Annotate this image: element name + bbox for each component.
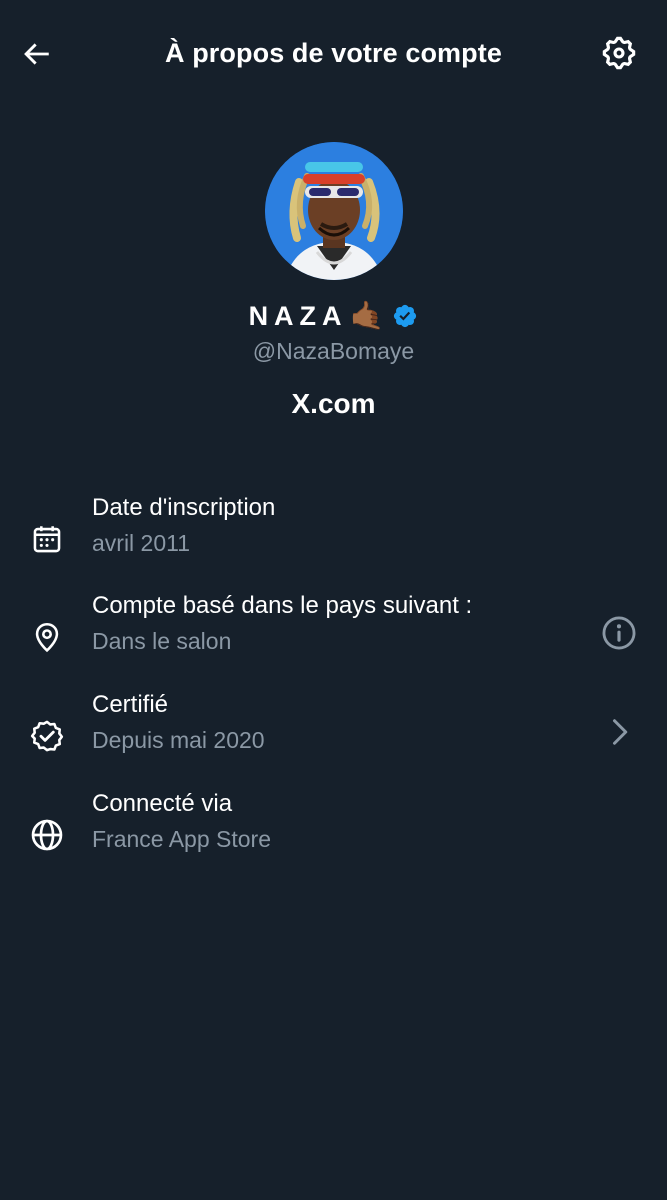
profile-name-row: NAZA 🤙🏾 — [0, 296, 667, 336]
row-title: Certifié — [92, 691, 169, 718]
settings-button[interactable] — [596, 30, 642, 76]
verified-badge-outline-icon — [24, 713, 70, 759]
row-title: Connecté via — [92, 790, 233, 817]
verified-badge-icon — [392, 303, 418, 329]
info-icon — [602, 616, 636, 650]
row-join-date: Date d'inscription avril 2011 — [0, 492, 667, 578]
user-handle: @NazaBomaye — [252, 338, 415, 364]
row-text: Certifié Depuis mai 2020 — [92, 689, 587, 756]
call-me-hand-emoji: 🤙🏾 — [349, 300, 385, 331]
gear-icon — [602, 36, 636, 70]
row-text: Compte basé dans le pays suivant : Dans … — [92, 590, 587, 657]
row-connected-via: Connecté via France App Store — [0, 788, 667, 874]
display-name: NAZA — [248, 301, 348, 331]
arrow-left-icon — [24, 43, 49, 65]
page-title: À propos de votre compte — [165, 38, 502, 68]
calendar-icon — [24, 516, 70, 562]
row-value: Dans le salon — [92, 628, 232, 654]
row-value: France App Store — [92, 826, 271, 852]
profile-photo — [265, 142, 403, 280]
row-text: Connecté via France App Store — [92, 788, 587, 855]
avatar[interactable] — [265, 142, 403, 280]
row-value: avril 2011 — [92, 530, 191, 556]
row-text: Date d'inscription avril 2011 — [92, 492, 587, 559]
row-title: Date d'inscription — [92, 494, 276, 521]
row-value: Depuis mai 2020 — [92, 727, 265, 753]
domain-link[interactable]: X.com — [0, 386, 667, 422]
top-bar: À propos de votre compte — [0, 0, 667, 108]
info-button[interactable] — [596, 610, 642, 656]
location-pin-icon — [24, 614, 70, 660]
row-account-country: Compte basé dans le pays suivant : Dans … — [0, 590, 667, 676]
chevron-right-icon — [613, 719, 628, 745]
open-verified-button[interactable] — [596, 709, 642, 755]
back-button[interactable] — [14, 32, 58, 76]
globe-icon — [24, 812, 70, 858]
row-title: Compte basé dans le pays suivant : — [92, 592, 473, 619]
row-verified[interactable]: Certifié Depuis mai 2020 — [0, 689, 667, 775]
